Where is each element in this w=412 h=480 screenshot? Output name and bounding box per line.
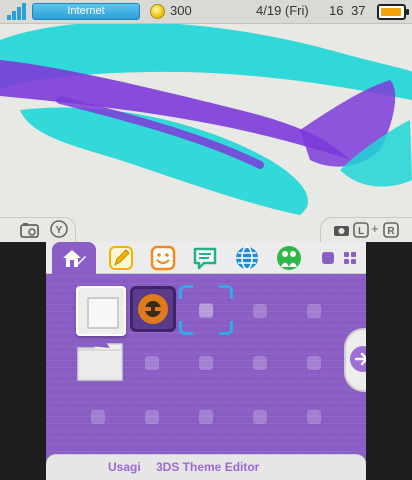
- status-bar: Internet 300 4/19 (Fri) 16 37: [0, 0, 412, 24]
- single-view-button[interactable]: [318, 244, 338, 272]
- folder-tile[interactable]: [76, 340, 124, 384]
- notes-pencil-icon: [109, 246, 133, 270]
- camera-shortcut-tab[interactable]: Y: [0, 217, 76, 242]
- y-button-icon: Y: [50, 220, 68, 238]
- camera-icon: [20, 223, 39, 238]
- coin-icon: [150, 4, 165, 19]
- arrow-right-icon: [354, 352, 366, 366]
- empty-slot[interactable]: [307, 356, 321, 370]
- notifications-app[interactable]: [190, 244, 220, 272]
- browser-app[interactable]: [232, 244, 262, 272]
- empty-slot[interactable]: [307, 410, 321, 424]
- r-button-icon: R: [383, 222, 399, 238]
- l-button-icon: L: [353, 222, 369, 238]
- home-settings-icon: [63, 250, 86, 267]
- blank-app-tile[interactable]: [76, 286, 126, 336]
- grid-view-icon: [344, 252, 356, 264]
- svg-text:R: R: [387, 226, 395, 237]
- selection-cursor: [179, 285, 233, 335]
- date-display: 4/19 (Fri): [256, 3, 309, 18]
- bottom-screen: Usagi 3DS Theme Editor: [46, 242, 366, 480]
- friends-app[interactable]: [148, 244, 178, 272]
- folder-icon: [77, 340, 123, 381]
- camera-icon: [334, 226, 349, 236]
- battery-icon: [377, 4, 409, 20]
- game-app-tile[interactable]: [130, 286, 176, 332]
- theme-editor-name: 3DS Theme Editor: [156, 460, 260, 474]
- home-settings-tab[interactable]: [52, 242, 96, 274]
- notes-app[interactable]: [106, 244, 136, 272]
- empty-slot[interactable]: [145, 410, 159, 424]
- empty-slot[interactable]: [199, 410, 213, 424]
- grid-view-button[interactable]: [340, 244, 360, 272]
- screenshot-shortcut-tab[interactable]: L + R: [320, 217, 412, 242]
- app-bar: [46, 242, 366, 274]
- plus-sign: +: [371, 221, 379, 236]
- top-screen: Internet 300 4/19 (Fri) 16 37 Y L + R: [0, 0, 412, 242]
- next-page-tab[interactable]: [344, 328, 366, 392]
- miiverse-icon: [277, 246, 301, 270]
- empty-slot[interactable]: [145, 356, 159, 370]
- single-view-icon: [322, 252, 334, 264]
- svg-text:L: L: [358, 226, 364, 237]
- friends-smiley-icon: [150, 245, 176, 271]
- empty-slot[interactable]: [253, 304, 267, 318]
- theme-wallpaper: [0, 0, 412, 242]
- empty-slot[interactable]: [91, 410, 105, 424]
- connection-status: Internet: [32, 3, 140, 20]
- signal-strength-icon: [7, 3, 26, 20]
- team-fortress-logo-icon: [138, 294, 168, 324]
- browser-globe-icon: [236, 246, 258, 270]
- empty-slot[interactable]: [253, 410, 267, 424]
- coin-count: 300: [170, 3, 192, 18]
- time-display: 16 37: [329, 3, 366, 18]
- miiverse-app[interactable]: [274, 244, 304, 272]
- notifications-speech-icon: [193, 247, 217, 270]
- theme-credits-bar: Usagi 3DS Theme Editor: [46, 454, 366, 480]
- theme-author: Usagi: [108, 460, 141, 474]
- empty-slot[interactable]: [199, 356, 213, 370]
- empty-slot[interactable]: [253, 356, 267, 370]
- empty-slot[interactable]: [307, 304, 321, 318]
- svg-text:Y: Y: [56, 225, 63, 236]
